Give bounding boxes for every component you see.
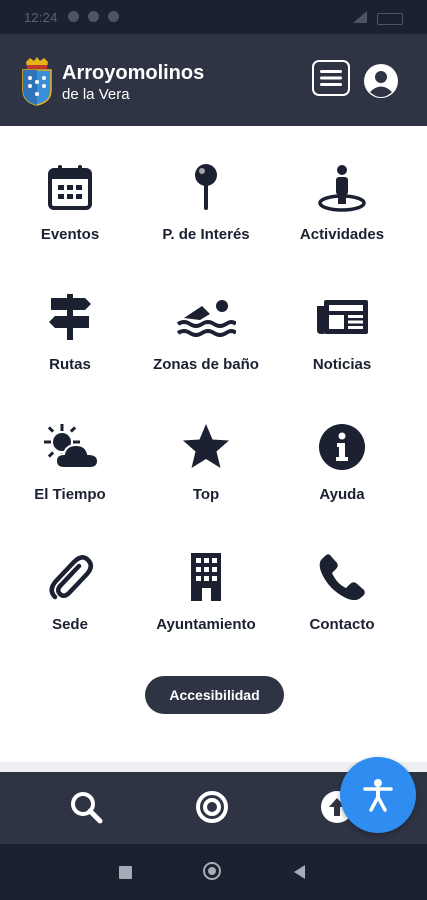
- battery-icon: [377, 13, 403, 25]
- user-account-button[interactable]: [363, 63, 399, 99]
- newspaper-icon: [317, 292, 368, 342]
- search-icon[interactable]: [69, 790, 103, 824]
- notification-icon: [68, 11, 79, 22]
- accessibility-icon: [363, 779, 393, 812]
- tile-eventos[interactable]: Eventos: [0, 126, 140, 243]
- hamburger-icon: [320, 70, 342, 86]
- tile-el-tiempo[interactable]: El Tiempo: [0, 386, 140, 503]
- tile-label: Ayuntamiento: [156, 616, 256, 633]
- tile-label: Eventos: [40, 226, 100, 243]
- tile-label: Zonas de baño: [153, 356, 259, 373]
- menu-button[interactable]: [312, 60, 350, 96]
- app-header: Arroyomolinos de la Vera: [0, 34, 427, 126]
- accessibility-button[interactable]: Accesibilidad: [145, 676, 284, 714]
- tile-label: Top: [192, 486, 220, 503]
- tile-ayuntamiento[interactable]: Ayuntamiento: [136, 516, 276, 633]
- tile-label: Rutas: [49, 356, 91, 373]
- tile-zonas-de-bano[interactable]: Zonas de baño: [136, 256, 276, 373]
- person-location-icon: [317, 162, 367, 212]
- tile-sede[interactable]: Sede: [0, 516, 140, 633]
- building-icon: [181, 552, 231, 602]
- target-icon[interactable]: [195, 790, 229, 824]
- tile-label: Actividades: [299, 226, 385, 243]
- tile-label: Contacto: [309, 616, 375, 633]
- accessibility-fab[interactable]: [340, 757, 416, 833]
- app-title: Arroyomolinos: [62, 62, 205, 84]
- tile-top[interactable]: Top: [136, 386, 276, 503]
- tile-actividades[interactable]: Actividades: [272, 126, 412, 243]
- notification-icon: [88, 11, 99, 22]
- back-button[interactable]: [294, 865, 305, 879]
- signal-icon: [353, 11, 367, 23]
- star-icon: [181, 422, 231, 472]
- status-bar: 12:24: [0, 0, 427, 34]
- tile-label: Sede: [52, 616, 88, 633]
- tile-label: Noticias: [312, 356, 372, 373]
- tile-noticias[interactable]: Noticias: [272, 256, 412, 373]
- calendar-icon: [45, 162, 95, 212]
- home-button[interactable]: [203, 862, 221, 880]
- notification-icon: [108, 11, 119, 22]
- tile-label: Ayuda: [319, 486, 365, 503]
- paperclip-icon: [45, 552, 95, 602]
- tile-contacto[interactable]: Contacto: [272, 516, 412, 633]
- sun-cloud-icon: [44, 422, 100, 472]
- tile-label: P. de Interés: [162, 226, 250, 243]
- map-pin-icon: [181, 162, 231, 212]
- phone-icon: [317, 552, 367, 602]
- app-subtitle: de la Vera: [62, 86, 130, 103]
- status-time: 12:24: [24, 10, 58, 25]
- swimmer-icon: [176, 292, 238, 342]
- tile-ayuda[interactable]: Ayuda: [272, 386, 412, 503]
- coat-of-arms-logo: [22, 57, 52, 106]
- tile-rutas[interactable]: Rutas: [0, 256, 140, 373]
- tile-label: El Tiempo: [34, 486, 106, 503]
- system-nav-bar: [0, 844, 427, 900]
- signpost-icon: [45, 292, 95, 342]
- tile-puntos-de-interes[interactable]: P. de Interés: [136, 126, 276, 243]
- recent-apps-button[interactable]: [119, 866, 132, 879]
- info-icon: [317, 422, 367, 472]
